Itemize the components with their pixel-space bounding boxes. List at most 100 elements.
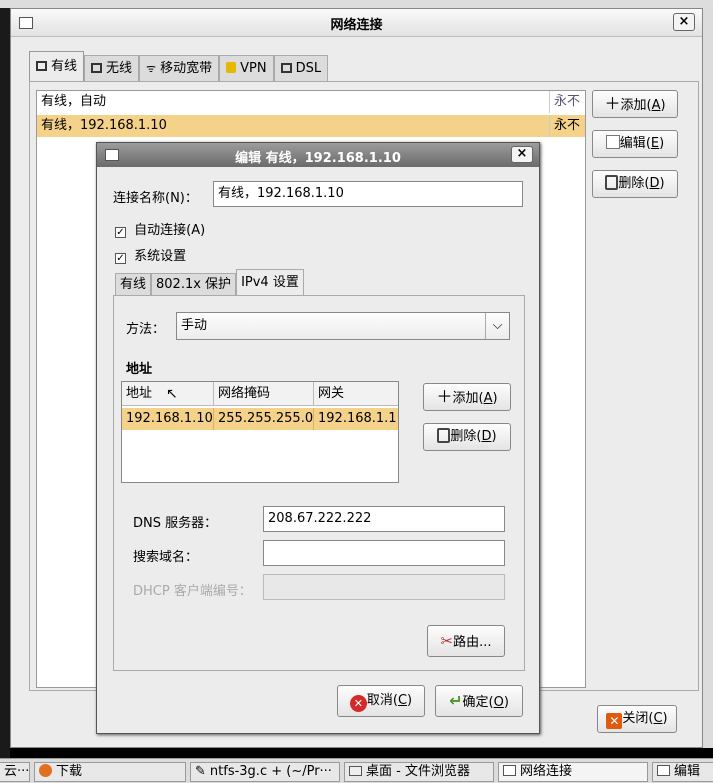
button-label: 路由... (453, 635, 492, 650)
checkbox-label: 自动连接(A) (134, 223, 206, 238)
taskbar-label: ntfs-3g.c + (~/Pr··· (209, 764, 332, 779)
window-close-button[interactable]: × (673, 13, 695, 31)
taskbar-item-editor[interactable]: ✎ ntfs-3g.c + (~/Pr··· (190, 762, 340, 782)
tab-label: VPN (240, 61, 267, 76)
taskbar-label: 网络连接 (520, 764, 573, 779)
search-domains-label: 搜索域名： (133, 550, 199, 565)
cell-netmask[interactable]: 255.255.255.0 (214, 408, 314, 430)
button-label: 添加 (620, 98, 647, 113)
connection-name-input[interactable]: 有线，192.168.1.10 (213, 181, 523, 207)
tab-wired-settings[interactable]: 有线 (115, 273, 152, 297)
window-title: 网络连接 (330, 18, 383, 33)
cancel-icon: ✕ (349, 695, 367, 712)
taskbar-label: 下载 (56, 764, 83, 779)
list-item-selected[interactable]: 有线，192.168.1.10 永不 (37, 115, 585, 137)
plus-icon: ＋ (436, 387, 453, 406)
firefox-icon (39, 764, 52, 777)
button-label: 确定 (462, 695, 489, 710)
close-window-button[interactable]: ✕ 关闭(C) (597, 705, 677, 733)
dns-servers-label: DNS 服务器： (133, 516, 218, 531)
tab-vpn[interactable]: VPN (219, 55, 274, 83)
mnemonic: C (397, 693, 408, 708)
window-titlebar[interactable]: 网络连接 × (11, 9, 702, 37)
connection-name: 有线，自动 (41, 94, 107, 109)
connection-name-label: 连接名称(N)： (113, 191, 198, 206)
checkbox-label: 系统设置 (134, 249, 187, 264)
list-item[interactable]: 有线，自动 永不 (37, 91, 585, 113)
method-selected-value: 手动 (181, 318, 208, 333)
network-icon (657, 765, 670, 776)
connection-last-used: 永不 (549, 115, 585, 137)
dialog-title: 编辑 有线，192.168.1.10 (235, 151, 401, 166)
routes-button[interactable]: ✂路由... (427, 625, 505, 657)
trash-icon (437, 428, 451, 443)
background-window-edge (703, 8, 713, 748)
tab-mobile-broadband[interactable]: ᯤ 移动宽带 (139, 55, 220, 83)
background-terminal (0, 8, 10, 758)
tab-ipv4-settings[interactable]: IPv4 设置 (236, 269, 304, 297)
delete-connection-button[interactable]: 删除(D) (592, 170, 678, 198)
taskbar-item-edit-dialog[interactable]: 编辑 (652, 762, 713, 782)
tab-label: DSL (295, 61, 322, 76)
cancel-button[interactable]: ✕ 取消(C) (337, 685, 425, 717)
dsl-icon (280, 63, 292, 73)
tab-label: 无线 (106, 61, 133, 76)
mnemonic: D (481, 429, 492, 444)
mnemonic: A (483, 391, 493, 406)
close-x-icon: ✕ (606, 713, 623, 729)
ipv4-settings-panel: 方法： 手动 ⌵ 地址 (113, 295, 525, 671)
button-label: 添加 (452, 391, 479, 406)
edit-connection-button[interactable]: 编辑(E) (592, 130, 678, 158)
button-label: 取消 (366, 693, 393, 708)
mnemonic: O (493, 695, 504, 710)
edit-connection-dialog: 编辑 有线，192.168.1.10 × 连接名称(N)： 有线，192.168… (96, 142, 540, 734)
column-header-gateway[interactable]: 网关 (314, 382, 398, 406)
tab-dsl[interactable]: DSL (273, 55, 329, 83)
add-connection-button[interactable]: ＋添加(A) (592, 90, 678, 118)
delete-address-button[interactable]: 删除(D) (423, 423, 511, 451)
lock-icon (226, 62, 237, 73)
dialog-tabs: 有线 802.1x 保护 IPv4 设置 (115, 269, 304, 297)
checkmark-icon: ✓ (115, 253, 126, 264)
method-select[interactable]: 手动 ⌵ (176, 312, 510, 340)
tab-wired[interactable]: 有线 (29, 51, 85, 83)
add-address-button[interactable]: ＋添加(A) (423, 383, 511, 411)
address-table[interactable]: 地址 网络掩码 网关 192.168.1.10 255.255.255.0 19… (121, 381, 399, 483)
dialog-titlebar[interactable]: 编辑 有线，192.168.1.10 × (97, 143, 539, 167)
taskbar-item-downloads[interactable]: 下载 (34, 762, 186, 782)
cell-gateway[interactable]: 192.168.1.1 (314, 408, 398, 430)
mouse-cursor-icon: ↖ (166, 386, 178, 402)
system-settings-checkbox[interactable]: ✓ 系统设置 (115, 245, 186, 264)
mnemonic: A (651, 98, 661, 113)
connection-last-used: 永不 (549, 91, 585, 113)
button-label: 删除 (618, 176, 645, 191)
dns-servers-input[interactable]: 208.67.222.222 (263, 506, 505, 532)
mnemonic: E (650, 136, 660, 151)
taskbar-label: 编辑 (674, 764, 701, 779)
tools-icon: ✂ (440, 632, 454, 650)
checkmark-icon: ✓ (115, 227, 126, 238)
address-section-title: 地址 (126, 362, 153, 377)
taskbar-item-cloud[interactable]: 云··· (0, 762, 30, 782)
chevron-down-icon: ⌵ (485, 313, 509, 339)
taskbar-label: 桌面 - 文件浏览器 (366, 764, 470, 779)
mnemonic: D (649, 176, 660, 191)
ok-button[interactable]: ↵确定(O) (435, 685, 523, 717)
search-domains-input[interactable] (263, 540, 505, 566)
auto-connect-checkbox[interactable]: ✓ 自动连接(A) (115, 219, 205, 238)
wireless-icon (91, 63, 103, 73)
top-panel-strip (0, 0, 713, 8)
edit-icon (605, 135, 620, 149)
wired-icon (36, 61, 47, 71)
column-header-netmask[interactable]: 网络掩码 (214, 382, 314, 406)
dialog-close-button[interactable]: × (511, 146, 533, 163)
taskbar-item-file-browser[interactable]: 桌面 - 文件浏览器 (344, 762, 494, 782)
method-label: 方法： (126, 322, 166, 337)
tab-8021x-security[interactable]: 802.1x 保护 (151, 273, 237, 297)
folder-icon (349, 766, 362, 776)
taskbar-item-network-connections[interactable]: 网络连接 (498, 762, 648, 782)
enter-arrow-icon: ↵ (449, 691, 463, 710)
button-label: 删除 (450, 429, 477, 444)
cell-address[interactable]: 192.168.1.10 (122, 408, 214, 430)
tab-wireless[interactable]: 无线 (84, 55, 140, 83)
